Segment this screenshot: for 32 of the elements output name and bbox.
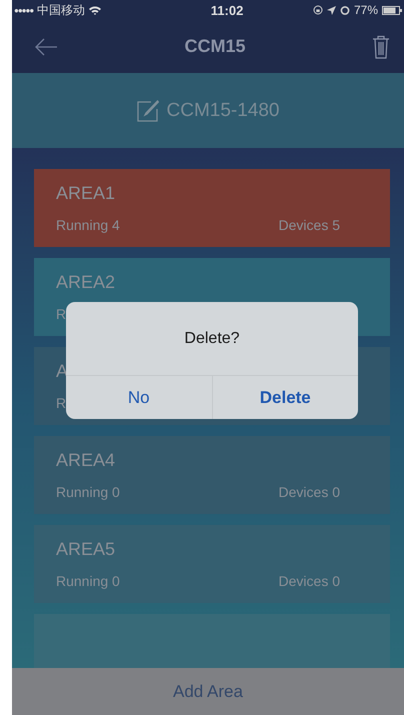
- location-arrow-icon: [326, 6, 336, 14]
- battery-percent: 77%: [354, 3, 378, 17]
- edit-icon: [136, 100, 158, 122]
- area-card[interactable]: AREA5 Running 0 Devices 0: [34, 525, 390, 603]
- rename-button[interactable]: CCM15-1480: [136, 100, 280, 122]
- confirm-delete-button[interactable]: Delete: [212, 376, 358, 419]
- rotation-lock-icon: [312, 5, 323, 15]
- battery-icon: [382, 6, 402, 14]
- running-count: Running 0: [56, 484, 120, 500]
- area-card[interactable]: AREA1 Running 4 Devices 5: [34, 169, 390, 247]
- device-count: Devices 0: [278, 573, 340, 589]
- carrier-name: 中国移动: [37, 2, 86, 18]
- area-name: AREA1: [56, 183, 116, 204]
- back-arrow-icon: [34, 38, 58, 56]
- cancel-button[interactable]: No: [66, 376, 212, 419]
- area-name: AREA5: [56, 539, 116, 560]
- running-count: R: [56, 306, 66, 322]
- device-count: Devices 0: [278, 484, 340, 500]
- wifi-icon: [89, 6, 102, 14]
- screen-title: CCM15: [184, 36, 246, 57]
- trash-icon: [372, 34, 390, 58]
- signal-dots: ●●●●●: [14, 6, 34, 14]
- area-name: AREA4: [56, 450, 116, 471]
- running-count: Running 0: [56, 573, 120, 589]
- device-count: Devices 5: [278, 217, 340, 233]
- add-area-button[interactable]: Add Area: [12, 668, 404, 715]
- alarm-icon: [340, 5, 350, 15]
- clock-time: 11:02: [210, 2, 244, 18]
- area-card[interactable]: AREA4 Running 0 Devices 0: [34, 436, 390, 514]
- running-count: Running 4: [56, 217, 120, 233]
- area-name: AREA2: [56, 272, 116, 293]
- running-count: R: [56, 395, 66, 411]
